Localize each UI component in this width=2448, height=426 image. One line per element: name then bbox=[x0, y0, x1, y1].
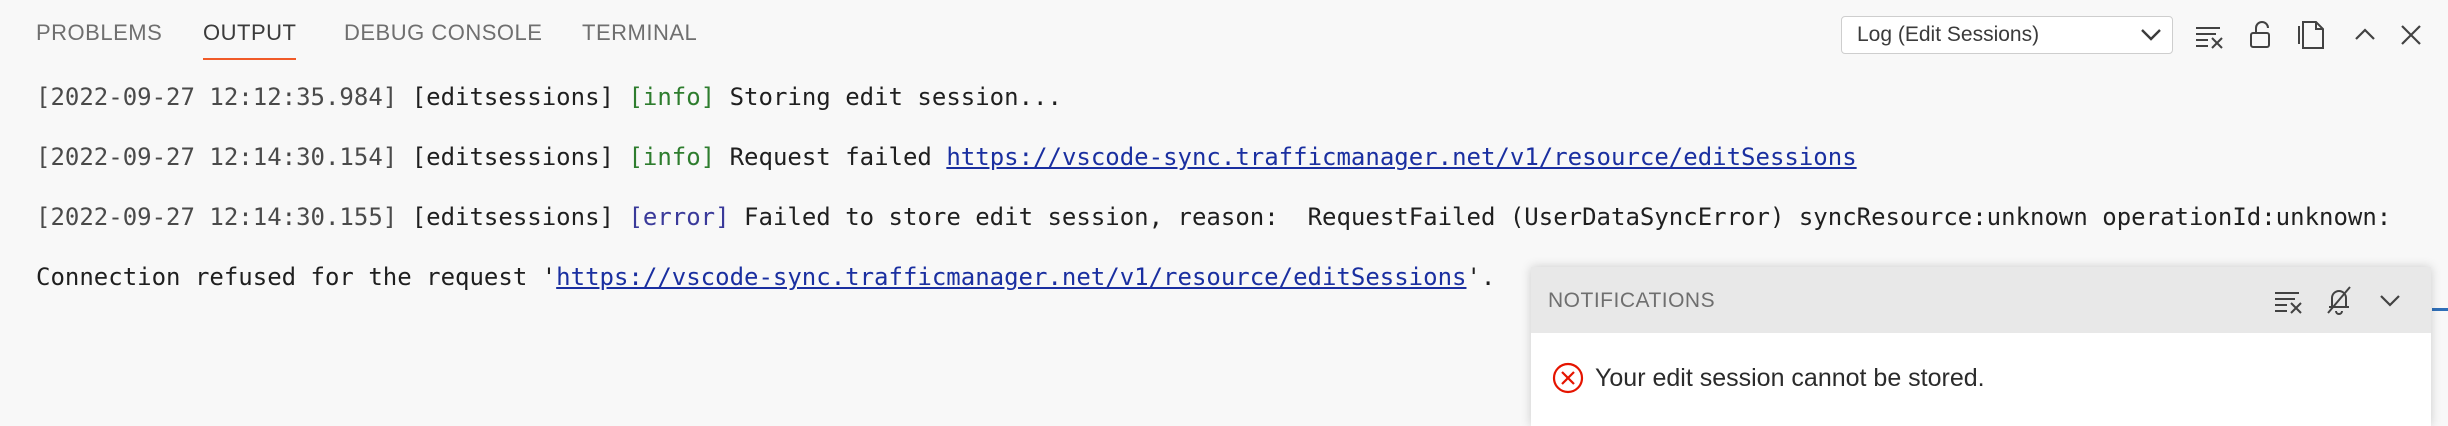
open-in-editor-icon[interactable] bbox=[2296, 18, 2330, 52]
log-source: [editsessions] bbox=[411, 203, 614, 231]
log-timestamp: [2022-09-27 12:14:30.154] bbox=[36, 143, 398, 171]
close-panel-icon[interactable] bbox=[2394, 18, 2428, 52]
log-message: Storing edit session... bbox=[729, 83, 1062, 111]
log-source: [editsessions] bbox=[411, 143, 614, 171]
clear-all-icon[interactable] bbox=[2271, 283, 2305, 317]
error-icon bbox=[1552, 362, 1584, 394]
log-source: [editsessions] bbox=[411, 83, 614, 111]
log-line: [2022-09-27 12:14:30.155] [editsessions]… bbox=[36, 202, 2391, 232]
log-message-prefix: Connection refused for the request ' bbox=[36, 263, 557, 291]
panel-tab-bar: PROBLEMS OUTPUT DEBUG CONSOLE TERMINAL L… bbox=[0, 0, 2448, 70]
log-timestamp: [2022-09-27 12:12:35.984] bbox=[36, 83, 398, 111]
tab-output[interactable]: OUTPUT bbox=[203, 20, 297, 60]
output-channel-selected-label: Log (Edit Sessions) bbox=[1857, 23, 2040, 46]
clear-output-icon[interactable] bbox=[2192, 18, 2226, 52]
log-link[interactable]: https://vscode-sync.trafficmanager.net/v… bbox=[946, 143, 1856, 171]
notifications-header: NOTIFICATIONS bbox=[1531, 267, 2431, 333]
tab-problems[interactable]: PROBLEMS bbox=[36, 20, 162, 58]
tab-debug-console[interactable]: DEBUG CONSOLE bbox=[344, 20, 542, 58]
notifications-center: NOTIFICATIONS Your edit session cannot b… bbox=[1531, 267, 2431, 426]
log-message-suffix: '. bbox=[1466, 263, 1496, 291]
maximize-panel-icon[interactable] bbox=[2348, 18, 2382, 52]
tab-terminal[interactable]: TERMINAL bbox=[582, 20, 697, 58]
log-line: [2022-09-27 12:12:35.984] [editsessions]… bbox=[36, 82, 1062, 112]
log-level: [info] bbox=[628, 143, 716, 171]
log-line-continuation: Connection refused for the request 'http… bbox=[36, 262, 1495, 292]
output-channel-select[interactable]: Log (Edit Sessions) bbox=[1841, 16, 2173, 54]
panel-sash[interactable] bbox=[2432, 308, 2448, 311]
notification-message: Your edit session cannot be stored. bbox=[1595, 364, 1985, 392]
log-message: Request failed bbox=[729, 143, 932, 171]
chevron-down-icon bbox=[2141, 29, 2161, 41]
log-timestamp: [2022-09-27 12:14:30.155] bbox=[36, 203, 398, 231]
do-not-disturb-icon[interactable] bbox=[2322, 283, 2356, 317]
log-message: Failed to store edit session, reason: Re… bbox=[744, 203, 2392, 231]
log-level: [info] bbox=[628, 83, 716, 111]
log-level: [error] bbox=[628, 203, 730, 231]
log-line: [2022-09-27 12:14:30.154] [editsessions]… bbox=[36, 142, 1857, 172]
collapse-icon[interactable] bbox=[2373, 283, 2407, 317]
lock-scroll-icon[interactable] bbox=[2244, 18, 2278, 52]
notifications-title: NOTIFICATIONS bbox=[1548, 289, 1716, 312]
log-link[interactable]: https://vscode-sync.trafficmanager.net/v… bbox=[556, 263, 1466, 291]
